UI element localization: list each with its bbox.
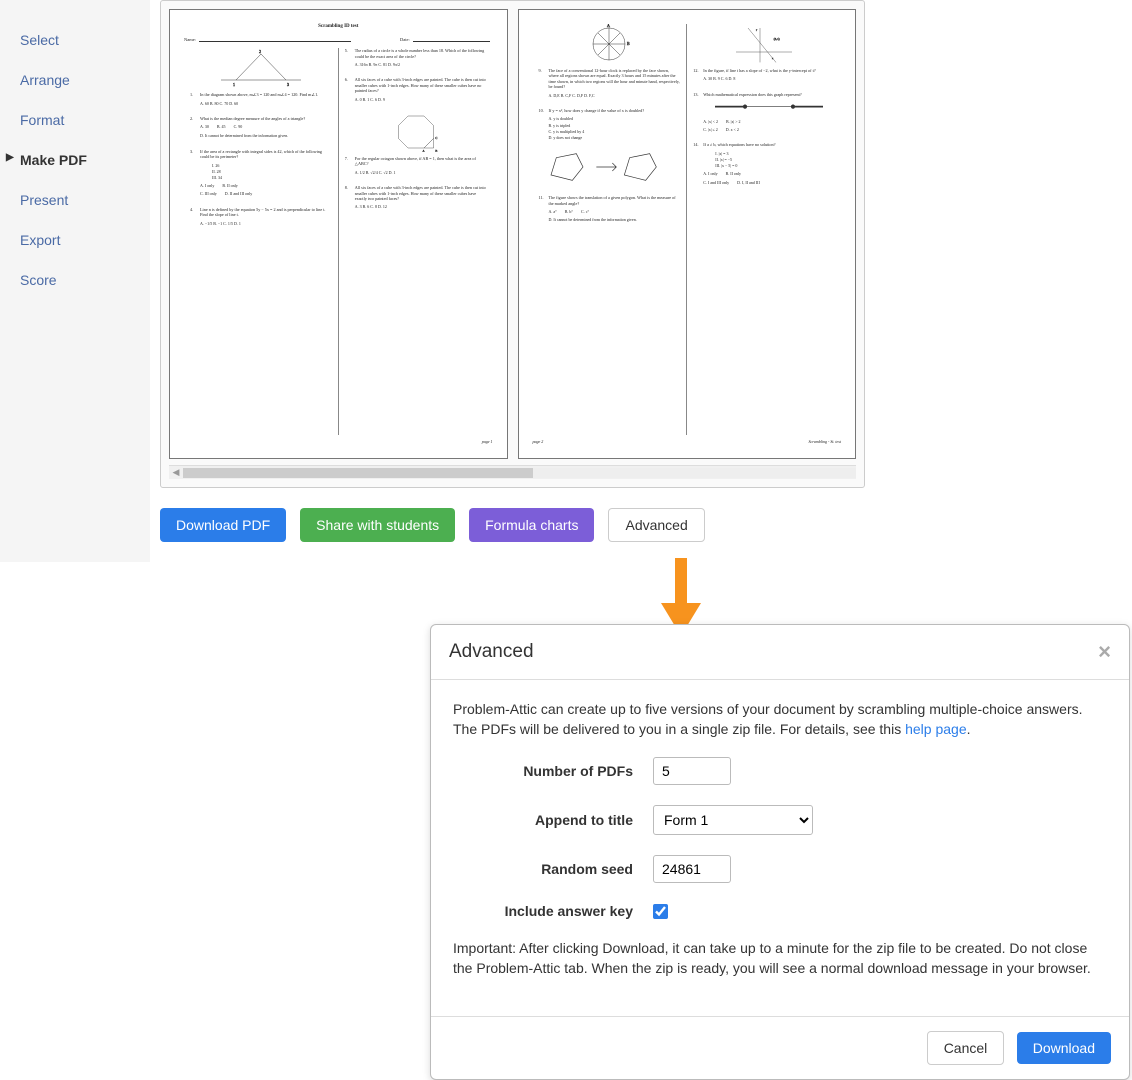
q8-text: All six faces of a cube with 3-inch edge… xyxy=(355,185,487,201)
formula-charts-button[interactable]: Formula charts xyxy=(469,508,594,542)
q9-text: The face of a conventional 12-hour clock… xyxy=(549,68,681,90)
page-thumbnail-1: Scrambling ID test Name: Date: 123 1.In … xyxy=(169,9,508,459)
modal-title: Advanced xyxy=(449,641,534,663)
cancel-button[interactable]: Cancel xyxy=(927,1031,1005,1065)
svg-text:B: B xyxy=(627,41,630,46)
close-icon[interactable]: × xyxy=(1098,639,1111,665)
q5-text: The radius of a circle is a whole number… xyxy=(355,48,487,59)
random-seed-input[interactable] xyxy=(653,855,731,883)
sidebar: Select Arrange Format Make PDF Present E… xyxy=(0,0,150,562)
name-label: Name: xyxy=(184,37,196,43)
svg-text:B: B xyxy=(435,149,437,152)
random-seed-label: Random seed xyxy=(453,861,653,877)
svg-text:y: y xyxy=(756,28,758,31)
date-label: Date: xyxy=(400,37,410,43)
num-pdfs-input[interactable] xyxy=(653,757,731,785)
sidebar-item-select[interactable]: Select xyxy=(0,20,150,60)
q1-choices: A. 60 B. 80 C. 70 D. 60 xyxy=(200,101,332,106)
sidebar-item-format[interactable]: Format xyxy=(0,100,150,140)
sidebar-item-score[interactable]: Score xyxy=(0,260,150,300)
q11-text: The figure shows the translation of a gi… xyxy=(549,195,681,206)
q7-text: For the regular octagon shown above, if … xyxy=(355,156,487,167)
download-pdf-button[interactable]: Download PDF xyxy=(160,508,286,542)
sidebar-item-export[interactable]: Export xyxy=(0,220,150,260)
answer-key-checkbox[interactable] xyxy=(653,904,668,919)
q10-text: If y = x², how does y change if the valu… xyxy=(549,108,681,113)
q6-text: All six faces of a cube with 3-inch edge… xyxy=(355,77,487,93)
footer-title: Scrambling - St. test xyxy=(809,439,841,444)
q1-text: In the diagram shown above, m∠3 = 120 an… xyxy=(200,92,332,97)
download-button[interactable]: Download xyxy=(1017,1032,1111,1064)
modal-intro: Problem-Attic can create up to five vers… xyxy=(453,700,1107,739)
num-pdfs-label: Number of PDFs xyxy=(453,763,653,779)
page-thumbnail-2: AB 9.The face of a conventional 12-hour … xyxy=(518,9,857,459)
pdf-preview: Scrambling ID test Name: Date: 123 1.In … xyxy=(160,0,865,488)
svg-text:1: 1 xyxy=(233,82,235,87)
svg-text:A: A xyxy=(422,149,425,152)
svg-text:3: 3 xyxy=(287,82,289,87)
help-page-link[interactable]: help page xyxy=(905,721,967,737)
advanced-button[interactable]: Advanced xyxy=(608,508,704,542)
advanced-modal: Advanced × Problem-Attic can create up t… xyxy=(430,624,1130,1080)
q12-text: In the figure, if line t has a slope of … xyxy=(703,68,835,73)
svg-text:2: 2 xyxy=(259,49,261,54)
q3-text: If the area of a rectangle with integral… xyxy=(200,149,332,160)
q4-text: Line n is defined by the equation 5y − 5… xyxy=(200,207,332,218)
svg-text:C: C xyxy=(435,136,437,140)
sidebar-item-make-pdf[interactable]: Make PDF xyxy=(0,140,150,180)
page-num: page 2 xyxy=(533,439,544,444)
answer-key-label: Include answer key xyxy=(453,903,653,919)
q14-text: If a ≠ b, which equations have no soluti… xyxy=(703,142,835,147)
scroll-left-icon[interactable]: ◀ xyxy=(169,466,183,480)
modal-important-note: Important: After clicking Download, it c… xyxy=(453,939,1107,978)
svg-text:A: A xyxy=(607,24,610,28)
page-num: page 1 xyxy=(482,439,493,444)
sidebar-item-arrange[interactable]: Arrange xyxy=(0,60,150,100)
append-title-label: Append to title xyxy=(453,812,653,828)
preview-scrollbar[interactable]: ◀ xyxy=(169,465,856,479)
svg-text:(8,4): (8,4) xyxy=(774,37,780,42)
append-title-select[interactable]: Form 1 xyxy=(653,805,813,835)
q2-text: What is the median degree measure of the… xyxy=(200,116,332,121)
scroll-thumb[interactable] xyxy=(183,468,533,478)
share-button[interactable]: Share with students xyxy=(300,508,455,542)
doc-title: Scrambling ID test xyxy=(184,24,493,31)
sidebar-item-present[interactable]: Present xyxy=(0,180,150,220)
